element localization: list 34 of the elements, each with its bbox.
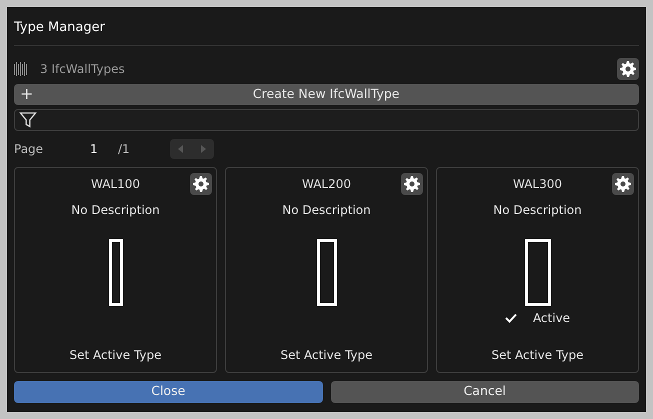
cancel-button[interactable]: Cancel — [330, 380, 639, 402]
settings-button[interactable] — [401, 172, 423, 194]
create-button[interactable]: + Create New IfcWallType — [14, 84, 639, 104]
wall-type-icon — [14, 60, 28, 76]
wall-preview-icon — [108, 238, 122, 306]
active-label: Active — [532, 310, 570, 326]
page-label: Page — [14, 140, 44, 158]
type-name: WAL300 — [512, 176, 562, 192]
set-active-button[interactable]: Set Active Type — [491, 346, 584, 364]
settings-icon — [193, 176, 209, 192]
type-count: 3 IfcWallTypes — [40, 60, 125, 78]
settings-button[interactable] — [190, 172, 212, 194]
type-description: No Description — [282, 202, 371, 218]
set-active-button[interactable]: Set Active Type — [280, 346, 372, 364]
type-description: No Description — [493, 202, 582, 218]
close-button[interactable]: Close — [14, 380, 322, 402]
settings-button[interactable] — [617, 58, 639, 80]
wall-preview-icon — [316, 238, 336, 306]
wall-preview-icon — [524, 238, 550, 306]
settings-icon — [615, 176, 631, 192]
type-name: WAL200 — [302, 176, 351, 192]
page-total: /1 — [118, 140, 131, 158]
filter-icon — [19, 110, 37, 128]
settings-button[interactable] — [612, 172, 634, 194]
settings-icon — [620, 60, 636, 76]
window-title: Type Manager — [14, 13, 639, 46]
type-description: No Description — [71, 202, 160, 218]
type-name: WAL100 — [90, 176, 140, 192]
plus-icon: + — [20, 82, 34, 106]
set-active-button[interactable]: Set Active Type — [69, 346, 162, 364]
check-icon — [504, 312, 517, 322]
filter-field[interactable] — [14, 108, 639, 130]
page-number: 1 — [90, 140, 99, 158]
settings-icon — [404, 176, 420, 192]
